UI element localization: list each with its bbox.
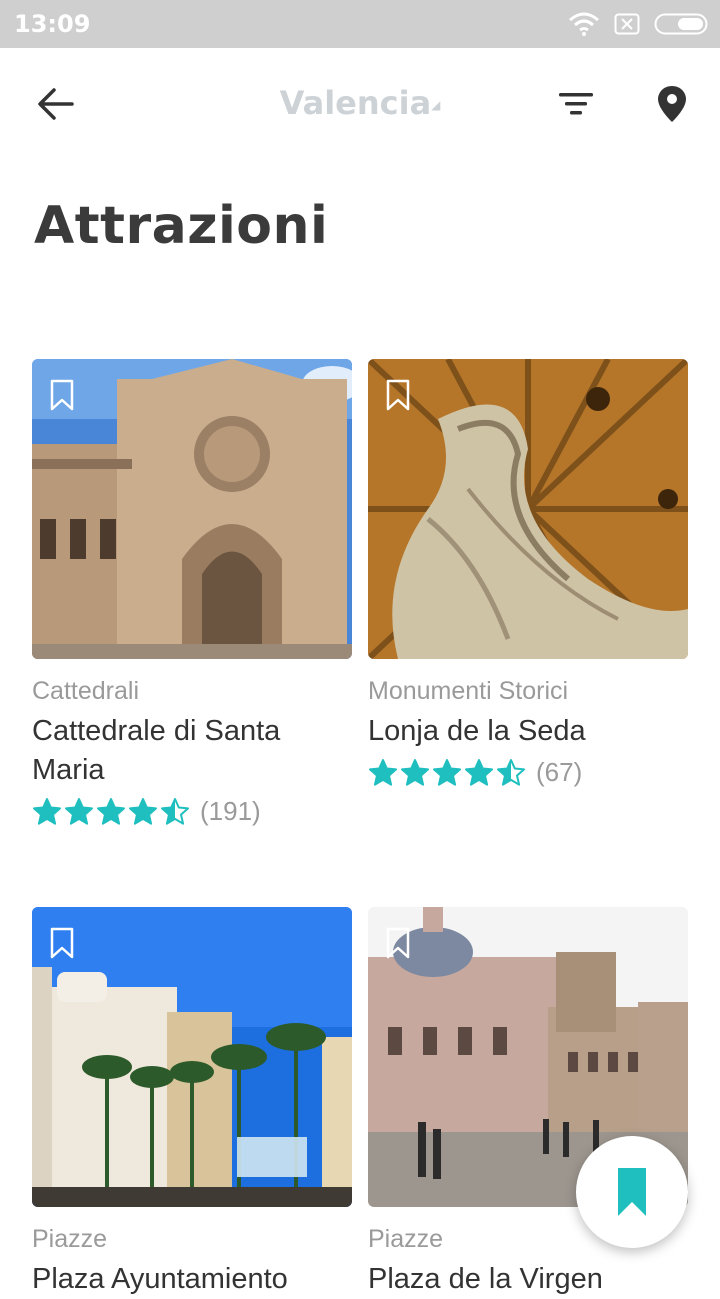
- attraction-photo[interactable]: [368, 359, 688, 659]
- city-selector[interactable]: Valencia◢: [0, 84, 720, 122]
- city-name: Valencia: [279, 84, 432, 122]
- dropdown-caret-icon: ◢: [431, 98, 441, 112]
- status-time: 13:09: [14, 10, 91, 38]
- bookmark-icon[interactable]: [50, 379, 74, 411]
- star-half-icon: [497, 758, 525, 786]
- star-full-icon: [129, 797, 157, 825]
- attraction-photo[interactable]: [32, 359, 352, 659]
- status-icons: [568, 10, 708, 38]
- attraction-card[interactable]: Cattedrali Cattedrale di Santa Maria (19…: [32, 359, 352, 827]
- star-full-icon: [65, 797, 93, 825]
- attraction-name[interactable]: Lonja de la Seda: [368, 712, 688, 751]
- attraction-card[interactable]: Piazze Plaza Ayuntamiento: [32, 907, 352, 1299]
- sim-icon: [614, 13, 640, 35]
- star-full-icon: [33, 797, 61, 825]
- review-count: (191): [200, 796, 261, 826]
- attraction-category: Cattedrali: [32, 677, 139, 705]
- rating-stars: [32, 797, 190, 827]
- attraction-category: Piazze: [32, 1225, 108, 1253]
- attraction-category: Monumenti Storici: [368, 677, 569, 705]
- star-full-icon: [465, 758, 493, 786]
- star-full-icon: [97, 797, 125, 825]
- star-full-icon: [369, 758, 397, 786]
- page-title: Attrazioni: [34, 196, 329, 256]
- attraction-name[interactable]: Cattedrale di Santa Maria: [32, 712, 352, 790]
- review-count: (67): [536, 757, 583, 787]
- bookmark-icon[interactable]: [386, 379, 410, 411]
- map-pin-icon[interactable]: [654, 84, 690, 124]
- saved-fab-button[interactable]: [576, 1136, 688, 1248]
- wifi-icon: [569, 12, 599, 36]
- star-full-icon: [433, 758, 461, 786]
- bookmark-icon[interactable]: [386, 927, 410, 959]
- rating-stars: [368, 758, 526, 788]
- bookmark-icon[interactable]: [50, 927, 74, 959]
- star-half-icon: [161, 797, 189, 825]
- filter-icon[interactable]: [556, 88, 596, 120]
- attraction-photo[interactable]: [32, 907, 352, 1207]
- battery-icon: [654, 13, 708, 35]
- bookmark-icon: [618, 1168, 646, 1216]
- star-full-icon: [401, 758, 429, 786]
- attraction-card[interactable]: Monumenti Storici Lonja de la Seda (67): [368, 359, 688, 788]
- rating: (191): [32, 796, 352, 827]
- status-bar: 13:09: [0, 0, 720, 48]
- rating: (67): [368, 757, 688, 788]
- app-bar: Valencia◢: [0, 48, 720, 160]
